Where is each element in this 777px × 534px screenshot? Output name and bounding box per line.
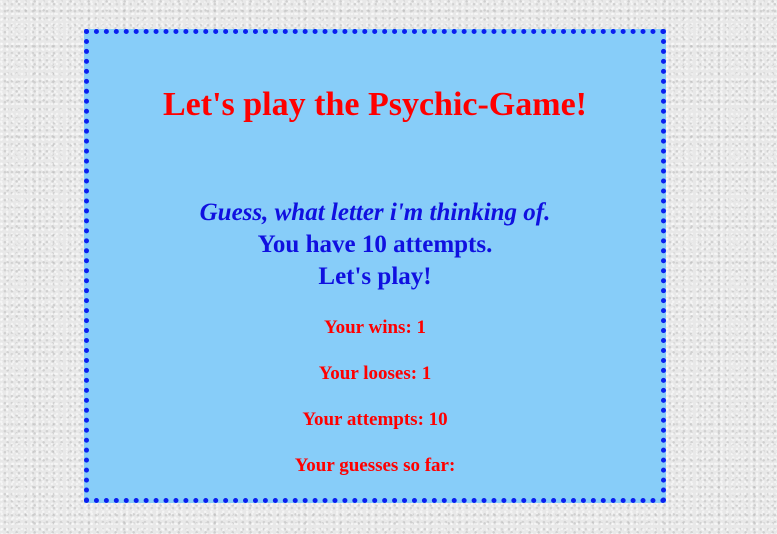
stats-panel: Your wins: 1 Your looses: 1 Your attempt… bbox=[89, 317, 661, 501]
attempts-info: You have 10 attempts. bbox=[257, 231, 493, 258]
lets-play-text: Let's play! bbox=[318, 263, 432, 290]
game-title: Let's play the Psychic-Game! bbox=[163, 86, 587, 123]
instruction-text: Guess, what letter i'm thinking of. bbox=[199, 199, 551, 226]
game-panel: Let's play the Psychic-Game! Guess, what… bbox=[84, 29, 666, 503]
looses-counter: Your looses: 1 bbox=[318, 363, 432, 384]
wins-counter: Your wins: 1 bbox=[323, 317, 427, 338]
attempts-counter: Your attempts: 10 bbox=[302, 409, 448, 430]
guesses-so-far: Your guesses so far: bbox=[294, 455, 456, 476]
intro-text: Guess, what letter i'm thinking of. You … bbox=[89, 197, 661, 293]
